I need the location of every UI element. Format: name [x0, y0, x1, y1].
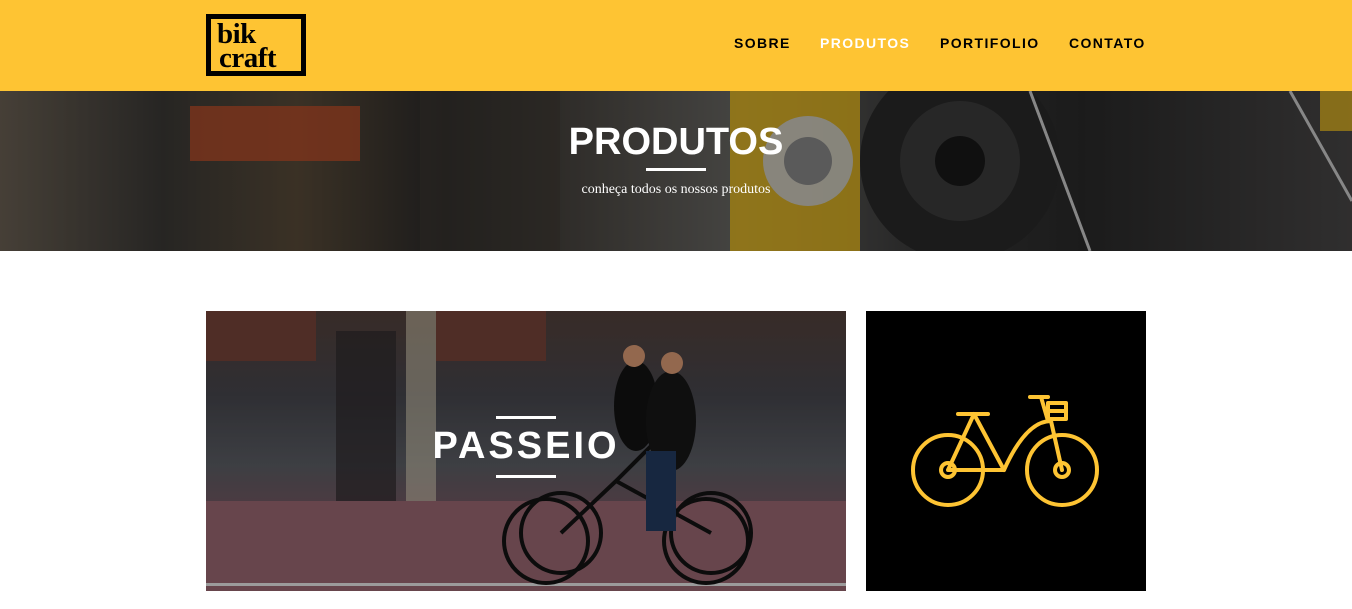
page-title: PRODUTOS: [568, 121, 784, 163]
nav-item-produtos[interactable]: PRODUTOS: [820, 35, 910, 51]
title-underline: [646, 168, 706, 171]
card-title-top-bar: [496, 416, 556, 419]
page-subtitle: conheça todos os nossos produtos: [581, 182, 771, 197]
product-card-icon[interactable]: [866, 311, 1146, 591]
nav-item-portifolio[interactable]: PORTIFOLIO: [940, 35, 1040, 51]
main-nav: SOBRE PRODUTOS PORTIFOLIO CONTATO: [0, 35, 1352, 53]
nav-item-sobre[interactable]: SOBRE: [734, 35, 791, 51]
card-title: PASSEIO: [432, 425, 620, 467]
product-card-passeio[interactable]: PASSEIO: [206, 311, 846, 591]
hero-banner: PRODUTOS conheça todos os nossos produto…: [0, 91, 1352, 251]
bicycle-icon: [911, 395, 1099, 507]
hero-overlay: [0, 91, 1352, 251]
nav-item-contato[interactable]: CONTATO: [1069, 35, 1146, 51]
site-header: bik craft SOBRE PRODUTOS PORTIFOLIO CONT…: [0, 0, 1352, 91]
card-title-bottom-bar: [496, 475, 556, 478]
